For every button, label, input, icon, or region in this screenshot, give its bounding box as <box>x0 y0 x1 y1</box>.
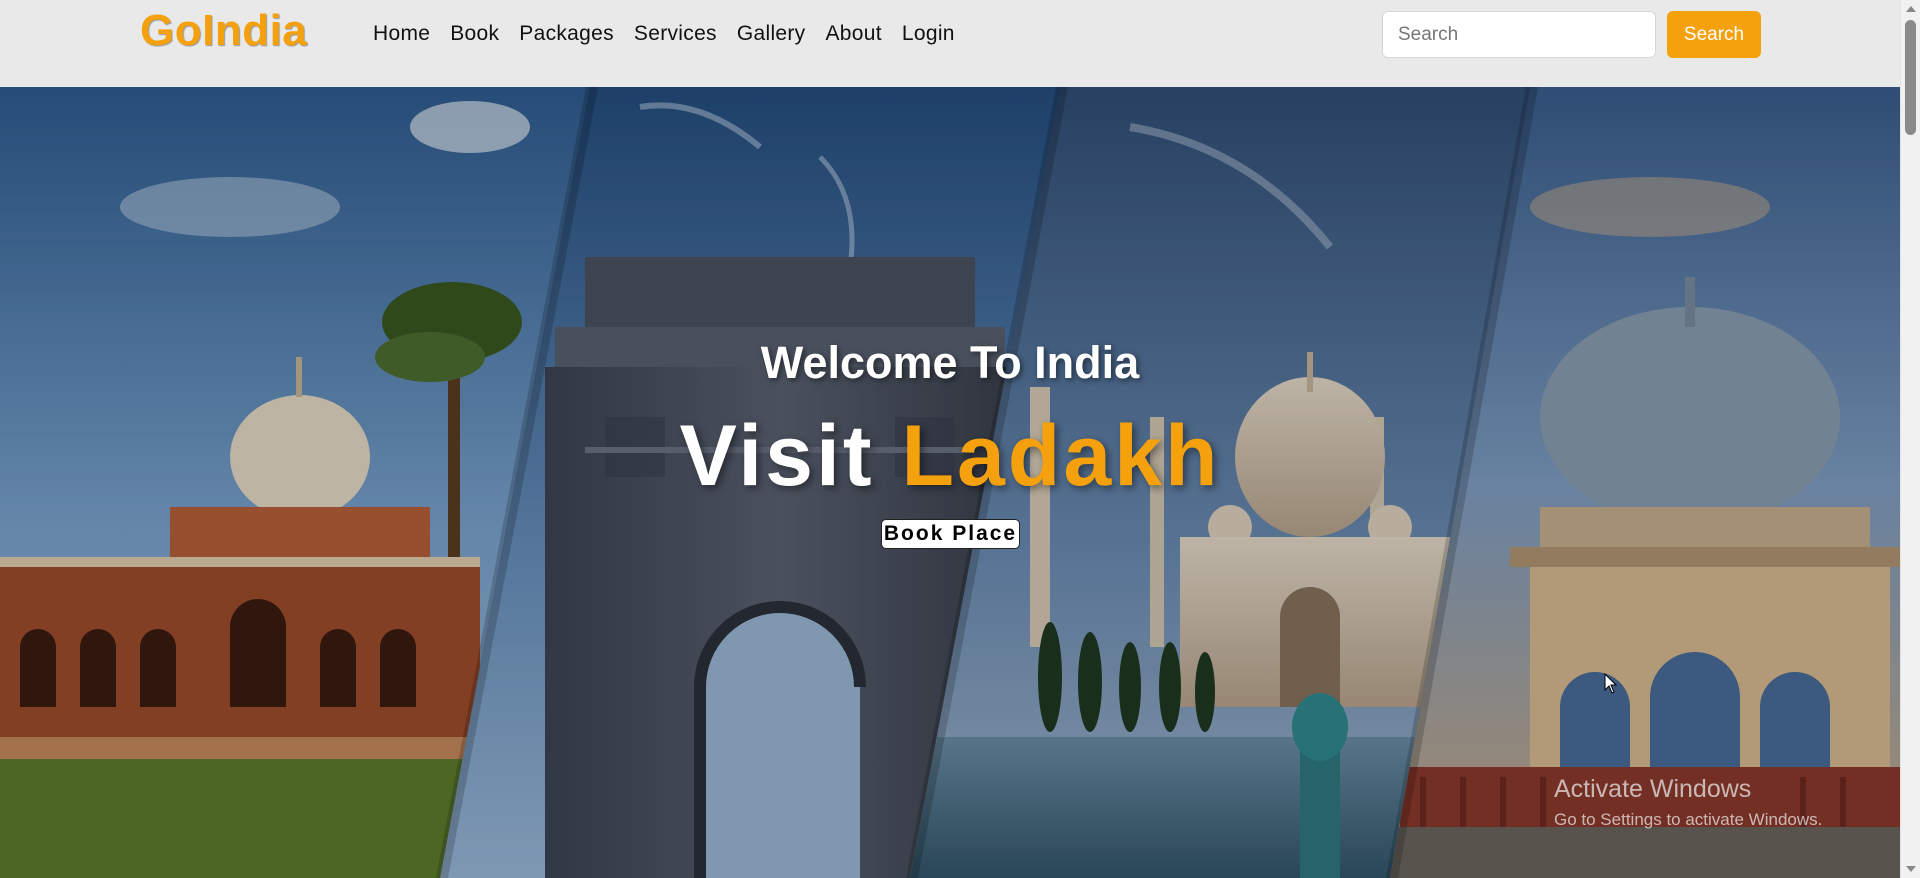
nav-link-login[interactable]: Login <box>892 20 965 48</box>
nav-link-book[interactable]: Book <box>440 20 509 48</box>
hero-visit-heading: Visit Ladakh <box>0 407 1900 506</box>
windows-activation-watermark: Activate Windows Go to Settings to activ… <box>1554 775 1822 830</box>
scrollbar-thumb[interactable] <box>1905 20 1916 135</box>
watermark-subtitle: Go to Settings to activate Windows. <box>1554 810 1823 829</box>
hero-welcome-heading: Welcome To India <box>760 337 1140 388</box>
scroll-down-arrow-icon[interactable] <box>1906 866 1916 872</box>
nav-link-packages[interactable]: Packages <box>509 20 624 48</box>
navbar: GoIndia Home Book Packages Services Gall… <box>0 0 1900 87</box>
book-place-button[interactable]: Book Place <box>881 519 1020 549</box>
nav-links: Home Book Packages Services Gallery Abou… <box>363 20 965 48</box>
brand-logo[interactable]: GoIndia <box>140 6 307 56</box>
hero-section: Welcome To India Visit Ladakh Book Place… <box>0 87 1900 878</box>
search-input[interactable] <box>1382 11 1656 58</box>
nav-link-gallery[interactable]: Gallery <box>727 20 816 48</box>
hero-visit-prefix: Visit <box>679 408 875 504</box>
nav-link-about[interactable]: About <box>815 20 891 48</box>
nav-link-home[interactable]: Home <box>363 20 440 48</box>
scroll-up-arrow-icon[interactable] <box>1906 6 1916 12</box>
mouse-cursor-icon <box>1604 673 1618 694</box>
page-scrollbar[interactable] <box>1900 0 1920 878</box>
watermark-title: Activate Windows <box>1554 775 1752 803</box>
search-button[interactable]: Search <box>1667 11 1761 58</box>
hero-visit-place: Ladakh <box>901 408 1221 504</box>
nav-link-services[interactable]: Services <box>624 20 727 48</box>
